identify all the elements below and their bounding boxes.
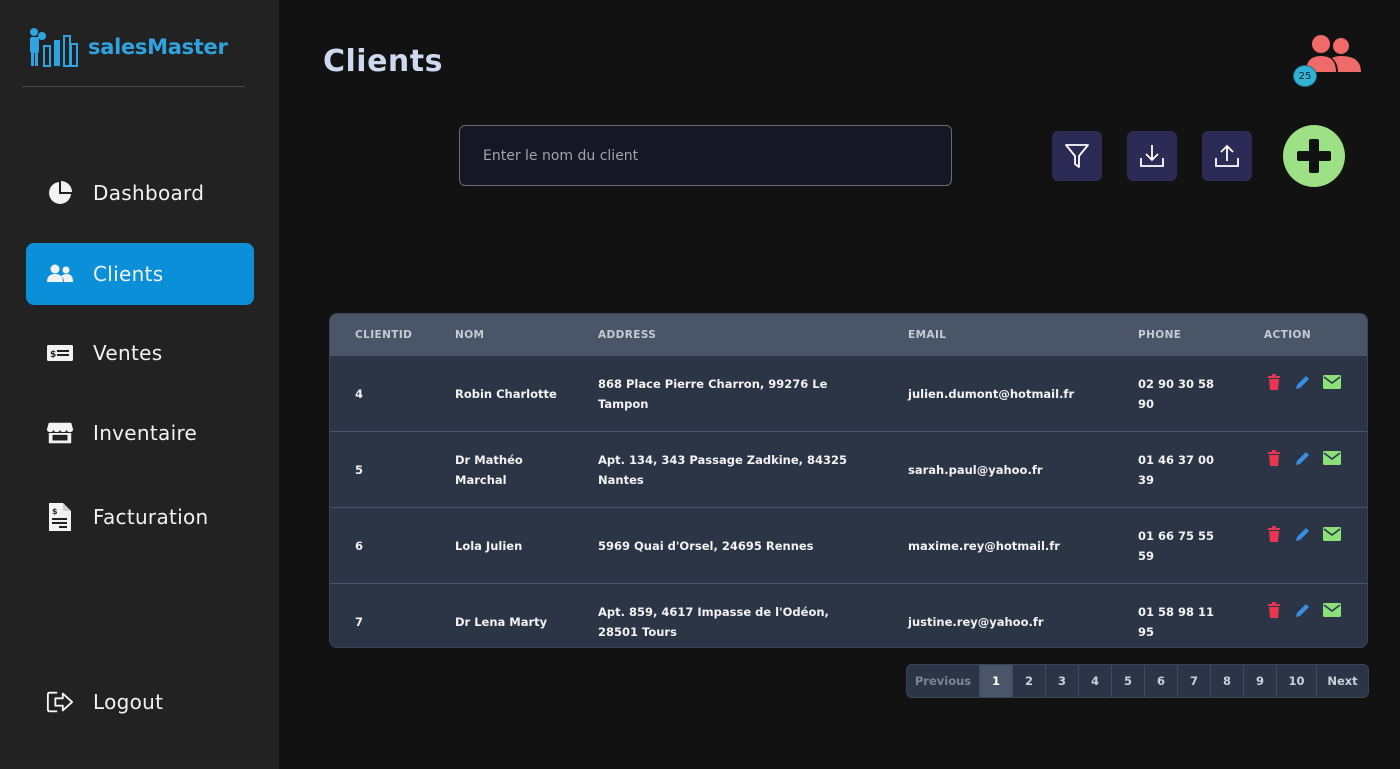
pagination-next[interactable]: Next bbox=[1317, 665, 1368, 697]
cell-address: 868 Place Pierre Charron, 99276 Le Tampo… bbox=[598, 376, 828, 411]
sidebar-item-ventes[interactable]: $ Ventes bbox=[26, 322, 254, 384]
invoice-icon: $ bbox=[46, 503, 74, 531]
app-logo[interactable]: salesMaster bbox=[26, 26, 228, 68]
cell-address: Apt. 134, 343 Passage Zadkine, 84325 Nan… bbox=[598, 452, 848, 487]
download-button[interactable] bbox=[1127, 131, 1177, 181]
column-header-address[interactable]: ADDRESS bbox=[598, 329, 656, 341]
plus-icon bbox=[1297, 139, 1331, 173]
pagination-page[interactable]: 9 bbox=[1244, 665, 1277, 697]
column-header-phone[interactable]: PHONE bbox=[1138, 329, 1181, 341]
cell-address: Apt. 859, 4617 Impasse de l'Odéon, 28501… bbox=[598, 604, 829, 639]
filter-icon bbox=[1065, 144, 1089, 168]
logout-icon bbox=[46, 688, 74, 716]
column-header-clientid[interactable]: CLIENTID bbox=[355, 329, 412, 341]
table-row[interactable]: 7 Dr Lena Marty Apt. 859, 4617 Impasse d… bbox=[330, 583, 1367, 647]
pagination-page[interactable]: 4 bbox=[1079, 665, 1112, 697]
store-icon bbox=[46, 419, 74, 447]
table-header: CLIENTID NOM ADDRESS EMAIL PHONE ACTION bbox=[330, 314, 1367, 355]
sidebar: salesMaster Dashboard Clients $ Ventes I… bbox=[0, 0, 279, 769]
envelope-icon[interactable] bbox=[1323, 373, 1341, 391]
sidebar-item-label: Dashboard bbox=[93, 181, 205, 205]
cell-clientid: 7 bbox=[355, 614, 364, 629]
cell-email: julien.dumont@hotmail.fr bbox=[908, 386, 1075, 401]
cell-phone: 02 90 30 58 90 bbox=[1138, 376, 1215, 411]
cell-nom: Lola Julien bbox=[455, 538, 523, 553]
pagination-page[interactable]: 2 bbox=[1013, 665, 1046, 697]
page-title: Clients bbox=[323, 44, 443, 79]
upload-icon bbox=[1215, 144, 1239, 167]
cell-email: sarah.paul@yahoo.fr bbox=[908, 462, 1043, 477]
app-name: salesMaster bbox=[88, 35, 228, 59]
trash-icon[interactable] bbox=[1265, 601, 1283, 619]
pagination-page[interactable]: 5 bbox=[1112, 665, 1145, 697]
sidebar-item-label: Ventes bbox=[93, 341, 163, 365]
pagination-page[interactable]: 7 bbox=[1178, 665, 1211, 697]
cell-nom: Robin Charlotte bbox=[455, 386, 557, 401]
pagination-page[interactable]: 8 bbox=[1211, 665, 1244, 697]
cell-phone: 01 46 37 00 39 bbox=[1138, 452, 1215, 487]
cell-nom: Dr Mathéo Marchal bbox=[455, 452, 523, 487]
cell-clientid: 4 bbox=[355, 386, 364, 401]
svg-text:$: $ bbox=[50, 350, 56, 360]
svg-text:$: $ bbox=[52, 507, 58, 516]
clients-table: CLIENTID NOM ADDRESS EMAIL PHONE ACTION … bbox=[329, 313, 1368, 648]
trash-icon[interactable] bbox=[1265, 525, 1283, 543]
pagination: Previous 1 2 3 4 5 6 7 8 9 10 Next bbox=[906, 664, 1369, 698]
row-actions bbox=[1265, 525, 1341, 543]
column-header-email[interactable]: EMAIL bbox=[908, 329, 946, 341]
row-actions bbox=[1265, 449, 1341, 467]
cell-clientid: 5 bbox=[355, 462, 364, 477]
sidebar-item-clients[interactable]: Clients bbox=[26, 243, 254, 305]
cell-phone: 01 58 98 11 95 bbox=[1138, 604, 1215, 639]
pagination-previous[interactable]: Previous bbox=[907, 665, 980, 697]
pencil-icon[interactable] bbox=[1294, 525, 1312, 543]
sidebar-item-inventaire[interactable]: Inventaire bbox=[26, 402, 254, 464]
trash-icon[interactable] bbox=[1265, 449, 1283, 467]
money-bill-icon: $ bbox=[46, 339, 74, 367]
add-client-button[interactable] bbox=[1283, 125, 1345, 187]
envelope-icon[interactable] bbox=[1323, 525, 1341, 543]
filter-button[interactable] bbox=[1052, 131, 1102, 181]
column-header-nom[interactable]: NOM bbox=[455, 329, 484, 341]
sidebar-item-facturation[interactable]: $ Facturation bbox=[26, 486, 254, 548]
pencil-icon[interactable] bbox=[1294, 449, 1312, 467]
download-icon bbox=[1140, 145, 1164, 167]
sidebar-item-dashboard[interactable]: Dashboard bbox=[26, 162, 254, 224]
sidebar-item-label: Clients bbox=[93, 262, 164, 286]
table-row[interactable]: 4 Robin Charlotte 868 Place Pierre Charr… bbox=[330, 355, 1367, 431]
logout-button[interactable]: Logout bbox=[26, 671, 254, 733]
sidebar-item-label: Inventaire bbox=[93, 421, 198, 445]
pie-chart-icon bbox=[46, 179, 74, 207]
trash-icon[interactable] bbox=[1265, 373, 1283, 391]
table-row[interactable]: 5 Dr Mathéo Marchal Apt. 134, 343 Passag… bbox=[330, 431, 1367, 507]
cell-email: justine.rey@yahoo.fr bbox=[908, 614, 1044, 629]
logo-icon bbox=[30, 28, 78, 67]
cell-nom: Dr Lena Marty bbox=[455, 614, 548, 629]
pencil-icon[interactable] bbox=[1294, 601, 1312, 619]
sidebar-divider bbox=[22, 86, 245, 87]
table-row[interactable]: 6 Lola Julien 5969 Quai d'Orsel, 24695 R… bbox=[330, 507, 1367, 583]
column-header-action: ACTION bbox=[1264, 328, 1312, 341]
row-actions bbox=[1265, 601, 1341, 619]
envelope-icon[interactable] bbox=[1323, 601, 1341, 619]
sidebar-item-label: Facturation bbox=[93, 505, 209, 529]
cell-phone: 01 66 75 55 59 bbox=[1138, 528, 1215, 563]
cell-email: maxime.rey@hotmail.fr bbox=[908, 538, 1060, 553]
user-count-badge: 25 bbox=[1293, 65, 1317, 87]
pagination-page[interactable]: 1 bbox=[980, 665, 1013, 697]
search-input[interactable] bbox=[459, 125, 952, 186]
pencil-icon[interactable] bbox=[1294, 373, 1312, 391]
pagination-page[interactable]: 6 bbox=[1145, 665, 1178, 697]
cell-clientid: 6 bbox=[355, 538, 364, 553]
cell-address: 5969 Quai d'Orsel, 24695 Rennes bbox=[598, 538, 814, 553]
pagination-page[interactable]: 3 bbox=[1046, 665, 1079, 697]
envelope-icon[interactable] bbox=[1323, 449, 1341, 467]
row-actions bbox=[1265, 373, 1341, 391]
upload-button[interactable] bbox=[1202, 131, 1252, 181]
pagination-page[interactable]: 10 bbox=[1277, 665, 1317, 697]
logout-label: Logout bbox=[93, 690, 164, 714]
users-icon bbox=[46, 260, 74, 288]
